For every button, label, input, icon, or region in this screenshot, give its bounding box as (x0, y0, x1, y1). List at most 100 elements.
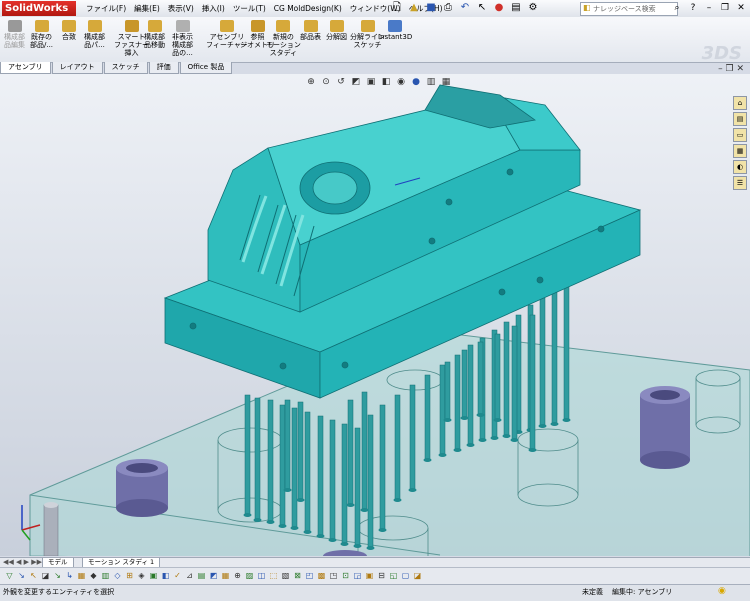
toolbar-tool-icon[interactable]: ⊿ (184, 570, 195, 582)
toolbar-tool-icon[interactable]: ◲ (352, 570, 363, 582)
restore-icon[interactable]: ❐ (718, 1, 732, 15)
ribbon-button-exploded-view[interactable]: 分解図 (326, 20, 347, 41)
ribbon-button-mate[interactable]: 合致 (62, 20, 76, 41)
design-library-icon[interactable]: ▤ (733, 112, 747, 126)
toolbar-tool-icon[interactable]: ▦ (76, 570, 87, 582)
view-settings-icon[interactable]: ▦ (440, 76, 452, 88)
toolbar-tool-icon[interactable]: ◩ (208, 570, 219, 582)
toolbar-tool-icon[interactable]: ⬚ (268, 570, 279, 582)
tab-layout[interactable]: レイアウト (51, 62, 103, 74)
search-input[interactable]: ◧ ナレッジベース検索 (580, 2, 678, 16)
toolbar-tool-icon[interactable]: ▦ (220, 570, 231, 582)
save-icon[interactable]: ■ (424, 1, 438, 15)
toolbar-tool-icon[interactable]: ▣ (364, 570, 375, 582)
print-icon[interactable]: ⎙ (441, 1, 455, 15)
view-palette-icon[interactable]: ▦ (733, 144, 747, 158)
toolbar-tool-icon[interactable]: ▧ (280, 570, 291, 582)
ribbon-button-hide-component[interactable]: 非表示 構成部 品の... (172, 20, 193, 57)
tab-sketch[interactable]: スケッチ (103, 62, 148, 74)
ribbon-button-bom[interactable]: 部品表 (300, 20, 321, 41)
view-orientation-icon[interactable]: ▣ (365, 76, 377, 88)
tab-scroll-icon[interactable]: ◀◀ ◀ ▶ ▶▶ (3, 558, 42, 566)
apply-scene-icon[interactable]: ▥ (425, 76, 437, 88)
ribbon-button-instant3d[interactable]: Instant3D (378, 20, 412, 41)
toolbar-tool-icon[interactable]: ◪ (40, 570, 51, 582)
zoom-area-icon[interactable]: ⊙ (320, 76, 332, 88)
display-style-icon[interactable]: ◧ (380, 76, 392, 88)
toolbar-tool-icon[interactable]: ◆ (88, 570, 99, 582)
toolbar-tool-icon[interactable]: ▨ (244, 570, 255, 582)
viewport-window-controls[interactable]: – ❐ ✕ (718, 64, 744, 74)
menu-view[interactable]: 表示(V) (164, 0, 198, 17)
ribbon-button-motion-study[interactable]: 新規の モーション スタディ (266, 20, 301, 57)
toolbar-tool-icon[interactable]: ▩ (316, 570, 327, 582)
model-view[interactable] (0, 74, 750, 556)
section-view-icon[interactable]: ◩ (350, 76, 362, 88)
ribbon-button-insert-component[interactable]: 既存の 部品/... (30, 20, 53, 49)
command-tabs: アセンブリ レイアウト スケッチ 評価 Office 製品 (0, 62, 233, 74)
toolbar-tool-icon[interactable]: ◧ (160, 570, 171, 582)
options-icon[interactable]: ⚙ (526, 1, 540, 15)
file-explorer-icon[interactable]: ▭ (733, 128, 747, 142)
minimize-icon[interactable]: – (702, 1, 716, 15)
edit-appearance-icon[interactable]: ● (410, 76, 422, 88)
toolbar-tool-icon[interactable]: ↳ (64, 570, 75, 582)
tab-office-products[interactable]: Office 製品 (179, 62, 233, 74)
toolbar-tool-icon[interactable]: ◳ (328, 570, 339, 582)
tab-assembly[interactable]: アセンブリ (0, 62, 51, 74)
previous-view-icon[interactable]: ↺ (335, 76, 347, 88)
toolbar-tool-icon[interactable]: ↘ (16, 570, 27, 582)
ejector-pin-head (408, 488, 417, 492)
toolbar-tool-icon[interactable]: ◰ (304, 570, 315, 582)
file-properties-icon[interactable]: ▤ (509, 1, 523, 15)
toolbar-tool-icon[interactable]: ↘ (52, 570, 63, 582)
undo-icon[interactable]: ↶ (458, 1, 472, 15)
toolbar-tool-icon[interactable]: ◇ (112, 570, 123, 582)
toolbar-tool-icon[interactable]: ◫ (256, 570, 267, 582)
menu-edit[interactable]: 編集(E) (130, 0, 164, 17)
menu-insert[interactable]: 挿入(I) (198, 0, 229, 17)
tab-evaluate[interactable]: 評価 (148, 62, 179, 74)
status-icon[interactable]: ◉ (718, 586, 726, 596)
menu-tools[interactable]: ツール(T) (229, 0, 270, 17)
help-icon[interactable]: ? (686, 1, 700, 15)
ejector-pin (539, 297, 546, 427)
ribbon-button-edit-component[interactable]: 構成部 品編集 (4, 20, 25, 49)
menu-cg-molddesign[interactable]: CG MoldDesign(K) (270, 0, 346, 17)
toolbar-tool-icon[interactable]: ◱ (388, 570, 399, 582)
toolbar-tool-icon[interactable]: ⊡ (340, 570, 351, 582)
resources-icon[interactable]: ⌂ (733, 96, 747, 110)
graphics-area[interactable] (0, 74, 750, 556)
zoom-to-fit-icon[interactable]: ⊕ (305, 76, 317, 88)
new-document-icon[interactable]: 🗋 (390, 1, 404, 15)
rebuild-icon[interactable]: ● (492, 1, 506, 15)
solidworks-logo[interactable]: SolidWorks (2, 1, 76, 16)
ribbon-button-move-component[interactable]: 構成部 品移動 (144, 20, 165, 49)
select-icon[interactable]: ↖ (475, 1, 489, 15)
search-go-icon[interactable]: ⌕ (670, 1, 684, 15)
ejector-pin (503, 321, 510, 437)
toolbar-tool-icon[interactable]: ✓ (172, 570, 183, 582)
ejector-pin (341, 423, 348, 545)
toolbar-tool-icon[interactable]: ▣ (148, 570, 159, 582)
toolbar-tool-icon[interactable]: ▢ (400, 570, 411, 582)
toolbar-tool-icon[interactable]: ▥ (100, 570, 111, 582)
toolbar-tool-icon[interactable]: ▽ (4, 570, 15, 582)
ejector-pin-head (360, 508, 369, 512)
toolbar-tool-icon[interactable]: ⊞ (124, 570, 135, 582)
hide-show-items-icon[interactable]: ◉ (395, 76, 407, 88)
close-icon[interactable]: ✕ (734, 1, 748, 15)
search-scope-icon[interactable]: ◧ (583, 3, 591, 12)
custom-properties-icon[interactable]: ☰ (733, 176, 747, 190)
toolbar-tool-icon[interactable]: ◈ (136, 570, 147, 582)
toolbar-tool-icon[interactable]: ▤ (196, 570, 207, 582)
menu-file[interactable]: ファイル(F) (82, 0, 130, 17)
toolbar-tool-icon[interactable]: ◪ (412, 570, 423, 582)
open-icon[interactable]: ▲ (407, 1, 421, 15)
toolbar-tool-icon[interactable]: ↖ (28, 570, 39, 582)
ribbon-button-component-pattern[interactable]: 構成部 品パ... (84, 20, 105, 49)
toolbar-tool-icon[interactable]: ⊠ (292, 570, 303, 582)
toolbar-tool-icon[interactable]: ⊟ (376, 570, 387, 582)
appearances-icon[interactable]: ◐ (733, 160, 747, 174)
toolbar-tool-icon[interactable]: ⊕ (232, 570, 243, 582)
